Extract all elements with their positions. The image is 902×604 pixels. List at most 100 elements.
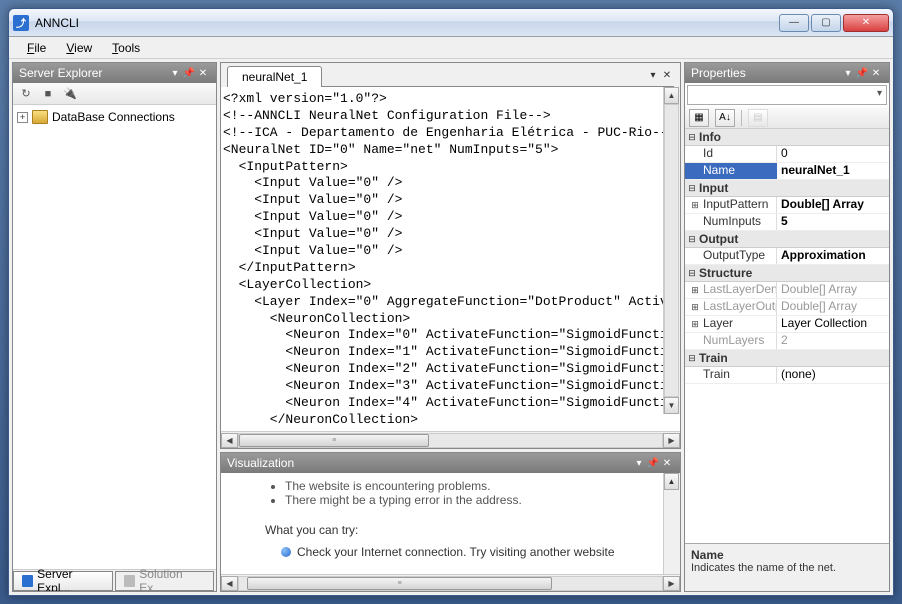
solution-icon bbox=[124, 575, 135, 587]
vis-bullet-1: The website is encountering problems. bbox=[285, 479, 660, 493]
row-inputpattern[interactable]: ⊞InputPatternDouble[] Array bbox=[685, 197, 889, 214]
editor-wrap: <?xml version="1.0"?> <!--ANNCLI NeuralN… bbox=[221, 87, 680, 431]
dropdown-icon[interactable]: ▾ bbox=[841, 68, 855, 79]
visualization-title: Visualization bbox=[227, 456, 294, 470]
visualization-panel: Visualization ▾ 📌 ✕ The website is encou… bbox=[220, 452, 681, 592]
properties-header[interactable]: Properties ▾ 📌 ✕ bbox=[685, 63, 889, 83]
info-icon bbox=[281, 547, 291, 557]
hscroll-thumb[interactable]: ≡ bbox=[239, 434, 429, 447]
vscroll-track[interactable] bbox=[664, 104, 679, 397]
row-numlayers[interactable]: NumLayers2 bbox=[685, 333, 889, 350]
main-window: ⤴ ANNCLI — ▢ ✕ File View Tools Server Ex… bbox=[8, 8, 894, 596]
hscroll-track[interactable]: ≡ bbox=[238, 433, 663, 448]
titlebar[interactable]: ⤴ ANNCLI — ▢ ✕ bbox=[9, 9, 893, 37]
server-explorer-header[interactable]: Server Explorer ▾ 📌 ✕ bbox=[13, 63, 216, 83]
visualization-body: The website is encountering problems. Th… bbox=[221, 473, 680, 574]
server-tree[interactable]: + DataBase Connections bbox=[13, 105, 216, 569]
tree-node-database[interactable]: + DataBase Connections bbox=[17, 109, 212, 125]
pin-icon[interactable]: 📌 bbox=[855, 68, 869, 79]
tree-node-label: DataBase Connections bbox=[52, 110, 175, 124]
editor-panel: neuralNet_1 ▾ ✕ <?xml version="1.0"?> <!… bbox=[220, 62, 681, 449]
horizontal-scrollbar[interactable]: ◀ ≡ ▶ bbox=[221, 431, 680, 448]
cat-output[interactable]: ⊟Output bbox=[685, 231, 889, 248]
close-panel-icon[interactable]: ✕ bbox=[869, 68, 883, 79]
menu-view[interactable]: View bbox=[56, 39, 102, 57]
vertical-scrollbar[interactable]: ▲ ▼ bbox=[663, 87, 680, 414]
desc-name: Name bbox=[691, 548, 883, 562]
expand-icon[interactable]: + bbox=[17, 112, 28, 123]
pages-button[interactable]: ▤ bbox=[748, 109, 768, 127]
server-explorer-title: Server Explorer bbox=[19, 66, 102, 80]
menubar: File View Tools bbox=[9, 37, 893, 59]
cat-structure[interactable]: ⊟Structure bbox=[685, 265, 889, 282]
row-lastlayerdend[interactable]: ⊞LastLayerDendDouble[] Array bbox=[685, 282, 889, 299]
editor-tabstrip: neuralNet_1 ▾ ✕ bbox=[221, 63, 680, 87]
row-name[interactable]: NameneuralNet_1 bbox=[685, 163, 889, 180]
scroll-right-icon[interactable]: ▶ bbox=[663, 433, 680, 448]
tab-solution-explorer[interactable]: Solution Ex... bbox=[115, 571, 214, 591]
pin-icon[interactable]: 📌 bbox=[646, 458, 660, 469]
app-icon: ⤴ bbox=[13, 15, 29, 31]
cat-info[interactable]: ⊟Info bbox=[685, 129, 889, 146]
connect-button[interactable]: 🔌 bbox=[61, 85, 79, 103]
scroll-up-icon[interactable]: ▲ bbox=[664, 87, 679, 104]
pin-icon[interactable]: 📌 bbox=[182, 68, 196, 79]
tab-neuralnet1[interactable]: neuralNet_1 bbox=[227, 66, 322, 87]
menu-tools[interactable]: Tools bbox=[102, 39, 150, 57]
close-panel-icon[interactable]: ✕ bbox=[660, 458, 674, 469]
vis-bullet-2: There might be a typing error in the add… bbox=[285, 493, 660, 507]
tab-server-explorer[interactable]: Server Expl... bbox=[13, 571, 113, 591]
property-object-selector[interactable] bbox=[687, 85, 887, 105]
server-explorer-toolbar: ↻ ■ 🔌 bbox=[13, 83, 216, 105]
scroll-down-icon[interactable]: ▼ bbox=[664, 397, 679, 414]
row-layer[interactable]: ⊞LayerLayer Collection bbox=[685, 316, 889, 333]
categorize-button[interactable]: ▦ bbox=[689, 109, 709, 127]
server-icon bbox=[22, 575, 33, 587]
cat-input[interactable]: ⊟Input bbox=[685, 180, 889, 197]
dropdown-icon[interactable]: ▾ bbox=[632, 458, 646, 469]
vis-check-text: Check your Internet connection. Try visi… bbox=[297, 545, 615, 559]
server-explorer-panel: Server Explorer ▾ 📌 ✕ ↻ ■ 🔌 + DataBase C… bbox=[12, 62, 217, 592]
row-outputtype[interactable]: OutputTypeApproximation bbox=[685, 248, 889, 265]
explorer-bottom-tabs: Server Expl... Solution Ex... bbox=[13, 569, 216, 591]
window-title: ANNCLI bbox=[35, 16, 779, 30]
vis-hscroll-thumb[interactable]: ≡ bbox=[247, 577, 552, 590]
refresh-button[interactable]: ↻ bbox=[17, 85, 35, 103]
scroll-right-icon[interactable]: ▶ bbox=[663, 576, 680, 591]
properties-title: Properties bbox=[691, 66, 746, 80]
vis-hscroll[interactable]: ◀ ≡ ▶ bbox=[221, 574, 680, 591]
row-numinputs[interactable]: NumInputs5 bbox=[685, 214, 889, 231]
scroll-left-icon[interactable]: ◀ bbox=[221, 576, 238, 591]
dropdown-icon[interactable]: ▾ bbox=[168, 68, 182, 79]
minimize-button[interactable]: — bbox=[779, 14, 809, 32]
center-area: neuralNet_1 ▾ ✕ <?xml version="1.0"?> <!… bbox=[220, 62, 681, 592]
row-id[interactable]: Id0 bbox=[685, 146, 889, 163]
workspace: Server Explorer ▾ 📌 ✕ ↻ ■ 🔌 + DataBase C… bbox=[9, 59, 893, 595]
vis-hscroll-track[interactable]: ≡ bbox=[238, 576, 663, 591]
row-train[interactable]: Train(none) bbox=[685, 367, 889, 384]
scroll-left-icon[interactable]: ◀ bbox=[221, 433, 238, 448]
sort-button[interactable]: A↓ bbox=[715, 109, 735, 127]
tab-close-icon[interactable]: ✕ bbox=[660, 65, 674, 87]
desc-text: Indicates the name of the net. bbox=[691, 562, 883, 574]
visualization-header[interactable]: Visualization ▾ 📌 ✕ bbox=[221, 453, 680, 473]
scroll-up-icon[interactable]: ▲ bbox=[664, 473, 679, 490]
code-editor[interactable]: <?xml version="1.0"?> <!--ANNCLI NeuralN… bbox=[221, 87, 680, 431]
cat-train[interactable]: ⊟Train bbox=[685, 350, 889, 367]
row-lastlayerout[interactable]: ⊞LastLayerOutpDouble[] Array bbox=[685, 299, 889, 316]
tab-dropdown-icon[interactable]: ▾ bbox=[646, 65, 660, 87]
vis-try-label: What you can try: bbox=[265, 523, 660, 537]
properties-panel: Properties ▾ 📌 ✕ ▦ A↓ ▤ ⊟Info Id0 Namene… bbox=[684, 62, 890, 592]
close-button[interactable]: ✕ bbox=[843, 14, 889, 32]
stop-button[interactable]: ■ bbox=[39, 85, 57, 103]
separator bbox=[741, 110, 742, 126]
vis-check-row: Check your Internet connection. Try visi… bbox=[281, 545, 660, 559]
database-icon bbox=[32, 110, 48, 124]
menu-file[interactable]: File bbox=[17, 39, 56, 57]
maximize-button[interactable]: ▢ bbox=[811, 14, 841, 32]
vis-vscroll[interactable]: ▲ bbox=[663, 473, 680, 574]
close-panel-icon[interactable]: ✕ bbox=[196, 68, 210, 79]
property-grid[interactable]: ⊟Info Id0 NameneuralNet_1 ⊟Input ⊞InputP… bbox=[685, 129, 889, 543]
property-description: Name Indicates the name of the net. bbox=[685, 543, 889, 591]
properties-toolbar: ▦ A↓ ▤ bbox=[685, 107, 889, 129]
